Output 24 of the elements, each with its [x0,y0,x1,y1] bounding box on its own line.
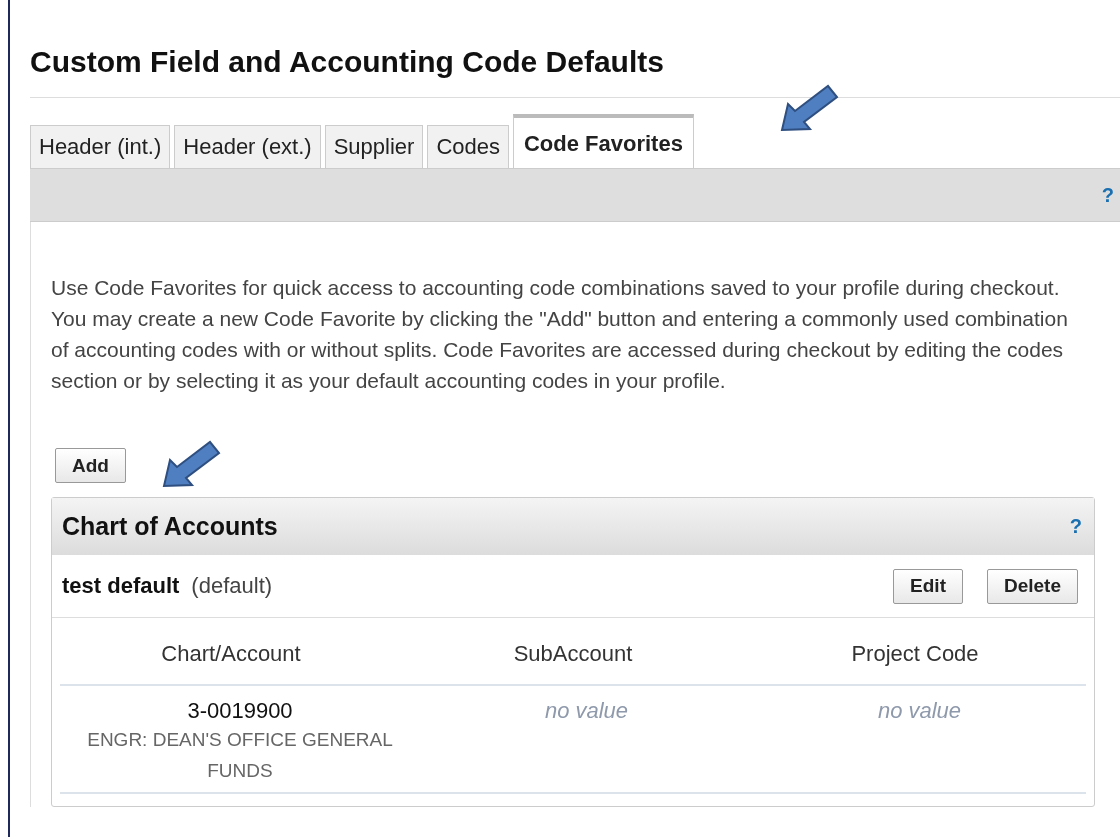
action-button[interactable]: Delete [986,568,1078,604]
panel-title: Chart of Accounts [62,512,278,541]
tab[interactable]: Header (int.) [30,125,171,168]
tab[interactable]: Code Favorites [513,114,694,168]
favorite-name: test default [62,573,180,598]
help-link[interactable]: ? [1069,515,1082,538]
page-title: Custom Field and Accounting Code Defaults [30,44,665,80]
column-header: SubAccount [512,641,634,667]
default-label: (default) [191,573,273,598]
arrow-icon [162,440,222,490]
account-description: ENGR: DEAN'S OFFICE GENERAL FUNDS [86,728,394,783]
help-link[interactable]: ? [1101,183,1114,207]
account-code: 3-0019900 [186,698,294,724]
tab[interactable]: Supplier [324,125,424,168]
tab[interactable]: Codes [427,125,509,168]
column-header: Project Code [850,641,980,667]
column-header: Chart/Account [160,641,302,667]
tab[interactable]: Header (ext.) [174,125,321,168]
description-text: Use Code Favorites for quick access to accounting code combinations saved to your profile during checkout. You may create a new Code Favorite by clicking the "Add" button and entering a commonly used combination of accounting codes with or without splits. Code Favorites are accessed during checkout by editing the codes section or by selecting it as your default accounting codes in your profile. [51,275,1069,394]
arrow-icon [780,84,840,134]
action-button[interactable]: Edit [893,568,963,604]
add-button[interactable]: Add [55,448,126,483]
empty-value: no value [876,698,963,724]
empty-value: no value [543,698,630,724]
